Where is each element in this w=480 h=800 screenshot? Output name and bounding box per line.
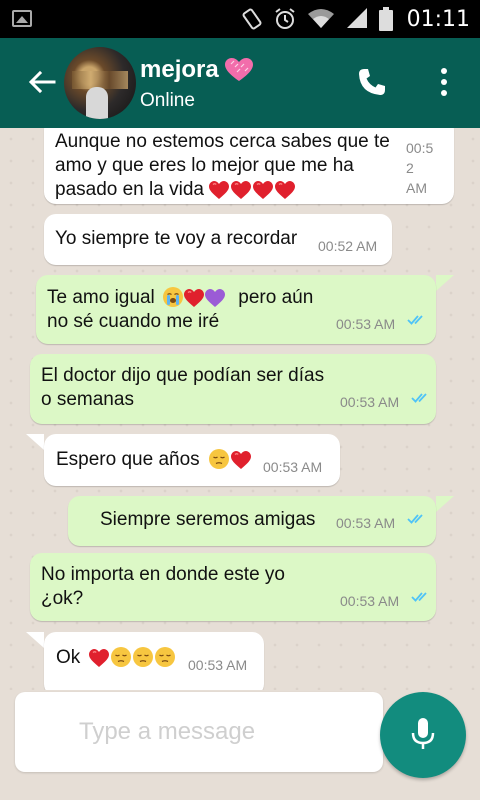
message-bubble-outgoing[interactable]: No importa en donde este yo ¿ok? 00:53 A…: [30, 553, 436, 621]
heart-icon: [184, 289, 205, 307]
chat-header: mejora Online: [0, 38, 480, 128]
message-time: 00:53 AM: [340, 593, 400, 609]
contact-name: mejora: [140, 56, 219, 83]
message-bubble-incoming[interactable]: Ok 00:53 AM: [44, 632, 264, 690]
message-text: amo y que eres lo mejor que me ha: [55, 155, 354, 176]
message-text: ¿ok?: [41, 588, 84, 609]
message-text: No importa en donde este yo: [41, 564, 285, 585]
heart-icon: [253, 181, 274, 199]
message-bubble-outgoing[interactable]: Siempre seremos amigas 00:53 AM: [68, 496, 436, 546]
message-text: pasado en la vida: [55, 179, 204, 200]
message-time: 00:52 AM: [318, 238, 378, 254]
heart-icon: [275, 181, 296, 199]
message-text: Yo siempre te voy a recordar: [55, 228, 298, 249]
pensive-face-icon: [208, 449, 229, 469]
bubble-tail: [436, 275, 454, 291]
message-text-row: Te amo igual pero aún: [47, 286, 347, 310]
message-time: 00:53 AM: [336, 316, 396, 332]
message-input[interactable]: [79, 714, 369, 750]
message-time: 00:5 2 AM: [406, 138, 433, 198]
message-text: o semanas: [41, 389, 134, 410]
message-time-part: 00:5: [406, 140, 434, 156]
message-text-row: pasado en la vida: [55, 178, 400, 202]
heart-icon: [88, 649, 109, 667]
pensive-face-icon: [154, 647, 175, 667]
more-vert-icon[interactable]: [436, 66, 452, 98]
double-check-icon: [407, 514, 423, 524]
heart-icon: [230, 451, 251, 469]
phone-icon[interactable]: [356, 66, 388, 98]
message-time-part: 2: [406, 160, 414, 176]
pensive-face-icon: [110, 647, 131, 667]
back-arrow-icon[interactable]: [26, 66, 58, 98]
bubble-tail: [26, 632, 44, 648]
message-text: no sé cuando me iré: [47, 311, 220, 332]
message-bubble-incoming[interactable]: Yo siempre te voy a recordar 00:52 AM: [44, 214, 392, 265]
double-check-icon: [407, 315, 423, 325]
message-text: Espero que años: [56, 449, 200, 470]
status-bar: 01:11: [0, 0, 480, 38]
message-text: Ok: [56, 647, 81, 668]
mic-icon: [411, 718, 435, 749]
mic-button[interactable]: [380, 692, 466, 778]
purple-heart-icon: [205, 289, 226, 307]
avatar[interactable]: [64, 47, 136, 119]
message-time: 00:53 AM: [340, 394, 400, 410]
message-text: Aunque no estemos cerca sabes que te: [55, 131, 390, 152]
message-bubble-incoming[interactable]: Espero que años 00:53 AM: [44, 434, 340, 486]
double-check-icon: [411, 393, 427, 403]
image-icon: [12, 10, 32, 27]
message-time: 00:53 AM: [188, 657, 248, 673]
message-bubble-outgoing[interactable]: El doctor dijo que podían ser días o sem…: [30, 354, 436, 424]
message-text: Siempre seremos amigas: [100, 509, 316, 530]
battery-icon: [378, 7, 393, 31]
message-bubble-incoming[interactable]: Aunque no estemos cerca sabes que te amo…: [44, 128, 454, 204]
message-text-row: Espero que años: [56, 448, 251, 472]
message-time-part: AM: [406, 180, 427, 196]
vibrate-icon: [242, 8, 262, 30]
heart-icon: [231, 181, 252, 199]
message-time: 00:53 AM: [336, 515, 396, 531]
message-text: El doctor dijo que podían ser días: [41, 365, 325, 386]
crying-face-icon: [163, 287, 184, 307]
status-clock: 01:11: [406, 6, 470, 32]
contact-status: Online: [140, 90, 195, 111]
message-list[interactable]: Aunque no estemos cerca sabes que te amo…: [0, 128, 480, 690]
status-icons: 01:11: [241, 4, 470, 34]
signal-icon: [346, 8, 367, 28]
message-text-row: Ok: [56, 646, 175, 670]
heart-icon: [209, 181, 230, 199]
alarm-icon: [274, 8, 295, 29]
message-time: 00:53 AM: [263, 459, 323, 475]
heart-icon: [224, 58, 253, 81]
wifi-icon: [307, 9, 334, 28]
contact-name-row[interactable]: mejora: [140, 56, 253, 84]
avatar-photo-figure: [86, 87, 108, 119]
bubble-tail: [26, 434, 44, 450]
message-input-container[interactable]: [15, 692, 383, 772]
message-bubble-outgoing[interactable]: Te amo igual pero aún no sé cuando me ir…: [36, 275, 436, 344]
message-text: pero aún: [238, 287, 314, 308]
pensive-face-icon: [132, 647, 153, 667]
composer: [0, 690, 480, 800]
message-text: Te amo igual: [47, 287, 155, 308]
bubble-tail: [436, 496, 454, 512]
double-check-icon: [411, 592, 427, 602]
